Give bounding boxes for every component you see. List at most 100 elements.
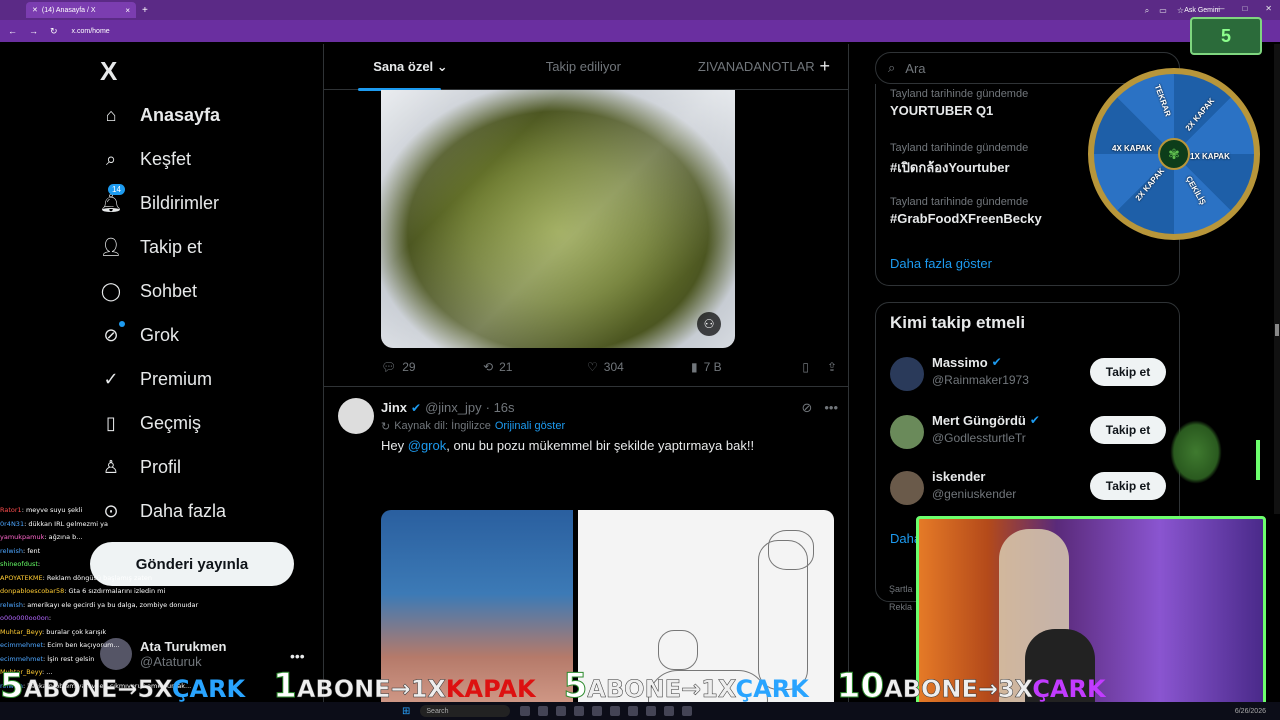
suggestion-name-text: iskender: [932, 469, 986, 484]
app-icon[interactable]: [520, 706, 531, 716]
footer-link[interactable]: Rekla: [889, 598, 913, 616]
reply-count: 29: [402, 360, 416, 374]
chat-username[interactable]: APOYATEKME: [0, 574, 43, 582]
avatar[interactable]: [338, 398, 374, 434]
nav-explore[interactable]: ⌕ Keşfet: [100, 148, 191, 170]
nav-notifications[interactable]: 🔔︎ 14 Bildirimler: [100, 184, 219, 214]
taskbar-search[interactable]: Search: [420, 705, 511, 717]
show-more-link[interactable]: Daha fazla göster: [890, 256, 992, 271]
nav-chat[interactable]: ◯ Sohbet: [100, 280, 197, 302]
suggestion-name-text: Massimo: [932, 355, 988, 370]
chat-username[interactable]: ecimmehmet: [0, 655, 43, 663]
windows-start-icon[interactable]: ⊞: [402, 706, 410, 717]
reload-icon[interactable]: ↻: [50, 26, 58, 37]
follow-button[interactable]: Takip et: [1090, 416, 1166, 444]
translate-icon: ↻: [381, 421, 391, 433]
back-icon[interactable]: ←: [8, 26, 17, 37]
browser-tab[interactable]: ✕ (14) Anasayfa / X ×: [26, 2, 136, 18]
share-icon[interactable]: ⇪: [827, 360, 837, 374]
app-icon[interactable]: [574, 706, 585, 716]
star-icon[interactable]: ☆: [1177, 6, 1184, 16]
trend-item[interactable]: Tayland tarihinde gündemde #เปิดกล้องYou…: [890, 142, 1028, 178]
close-tab-icon[interactable]: ×: [125, 6, 130, 15]
trend-item[interactable]: Tayland tarihinde gündemde #GrabFoodXFre…: [890, 196, 1042, 226]
timeline: Sana özel ⌄ Takip ediliyor ZIVANADANOTLA…: [323, 44, 849, 720]
author-handle[interactable]: @jinx_jpy: [425, 400, 482, 415]
views-button[interactable]: ▮ 7 B: [691, 360, 791, 374]
chat-text: :: [37, 560, 41, 568]
banner-goal: 1ABONE→1XKAPAK: [273, 666, 536, 707]
grok-image-icon[interactable]: ⚇: [697, 312, 721, 336]
mention-link[interactable]: @grok: [408, 438, 447, 453]
suggestion-handle: @geniuskender: [932, 487, 1017, 501]
banner-reward: ÇARK: [171, 675, 246, 703]
new-tab-icon[interactable]: +: [142, 5, 148, 16]
footer-link[interactable]: Şartla: [889, 580, 913, 598]
app-icon[interactable]: [628, 706, 639, 716]
chat-username[interactable]: shineofdust: [0, 560, 38, 568]
minimize-icon[interactable]: —: [1216, 4, 1224, 13]
tab-list[interactable]: ZIVANADANOTLAR: [670, 59, 843, 74]
nav-follow[interactable]: 👤︎ Takip et: [100, 236, 202, 258]
scrollbar-thumb[interactable]: [1275, 324, 1279, 336]
chat-username[interactable]: donpabloescobar58: [0, 587, 64, 595]
chat-message: donpabloescobar58: Gta 6 sızdırmalarını …: [0, 585, 300, 599]
follow-button[interactable]: Takip et: [1090, 472, 1166, 500]
ask-gemini-button[interactable]: Ask Gemini: [1184, 7, 1220, 14]
trend-item[interactable]: Tayland tarihinde gündemde YOURTUBER Q1: [890, 88, 1028, 118]
repost-button[interactable]: ⟲ 21: [483, 360, 587, 374]
follow-button[interactable]: Takip et: [1090, 358, 1166, 386]
chat-text: : ağzına b...: [44, 533, 83, 541]
maximize-icon[interactable]: □: [1242, 4, 1247, 13]
app-icon[interactable]: [610, 706, 621, 716]
nav-home[interactable]: ⌂ Anasayfa: [100, 104, 220, 126]
trend-context: Tayland tarihinde gündemde: [890, 88, 1029, 100]
suggestion-name: iskender: [932, 469, 985, 484]
cast-icon[interactable]: ▭: [1159, 6, 1167, 16]
banner-text: ABONE: [296, 675, 391, 704]
app-icon[interactable]: [682, 706, 693, 716]
app-icon[interactable]: [538, 706, 549, 716]
app-icon[interactable]: [664, 706, 675, 716]
chat-username[interactable]: relwish: [0, 547, 23, 555]
chat-username[interactable]: ecimmehmet: [0, 641, 43, 649]
show-original-link[interactable]: Orijinali göster: [495, 420, 565, 433]
url-field[interactable]: x.com/home: [72, 28, 110, 35]
suggestion-item[interactable]: iskender @geniuskender Takip et: [890, 469, 1166, 509]
suggestion-item[interactable]: Massimo ✔ @Rainmaker1973 Takip et: [890, 355, 1166, 395]
app-icon[interactable]: [556, 706, 567, 716]
reply-button[interactable]: 💬︎ 29: [381, 360, 483, 374]
bookmark-icon[interactable]: ▯: [802, 360, 809, 374]
more-icon[interactable]: •••: [824, 400, 838, 416]
chat-username[interactable]: yamukpamuk: [0, 533, 44, 541]
app-icon[interactable]: [592, 706, 603, 716]
close-window-icon[interactable]: ✕: [1265, 4, 1272, 13]
chat-username[interactable]: o00o000oo0on: [0, 614, 49, 622]
wheel-label: 1X KAPAK: [1190, 152, 1230, 161]
chat-username[interactable]: 0r4N31: [0, 520, 24, 528]
tab-for-you[interactable]: Sana özel ⌄: [324, 59, 497, 91]
author-name[interactable]: Jinx: [381, 400, 407, 415]
tab-following[interactable]: Takip ediliyor: [497, 59, 670, 74]
like-button[interactable]: ♡ 304: [587, 360, 691, 374]
chat-text: : Gta 6 sızdırmalarını izledin mi: [64, 587, 166, 595]
nav-bookmarks[interactable]: ▯ Geçmiş: [100, 412, 201, 434]
forward-icon[interactable]: →: [29, 26, 38, 37]
suggestion-item[interactable]: Mert Güngördü ✔ @GodlessturtleTr Takip et: [890, 413, 1166, 453]
chat-username[interactable]: Rator1: [0, 506, 22, 514]
nav-grok[interactable]: ⊘ Grok: [100, 321, 179, 346]
add-tab-icon[interactable]: +: [819, 56, 830, 77]
chat-username[interactable]: relwish: [0, 601, 23, 609]
x-logo[interactable]: X: [100, 56, 117, 87]
grok-explain-icon[interactable]: ⊘: [801, 400, 812, 416]
nav-label: Premium: [140, 368, 213, 389]
scrollbar[interactable]: [1274, 44, 1280, 514]
nav-profile[interactable]: ♙ Profil: [100, 456, 181, 478]
nav-premium[interactable]: ✓ Premium: [100, 368, 212, 390]
chat-username[interactable]: Muhtar_Beyy: [0, 628, 42, 636]
zoom-icon[interactable]: ⌕: [1145, 6, 1149, 16]
avatar: [890, 415, 924, 449]
app-icon[interactable]: [646, 706, 657, 716]
grok-icon: ⊘: [100, 321, 125, 346]
post-image[interactable]: ⚇: [381, 90, 735, 348]
